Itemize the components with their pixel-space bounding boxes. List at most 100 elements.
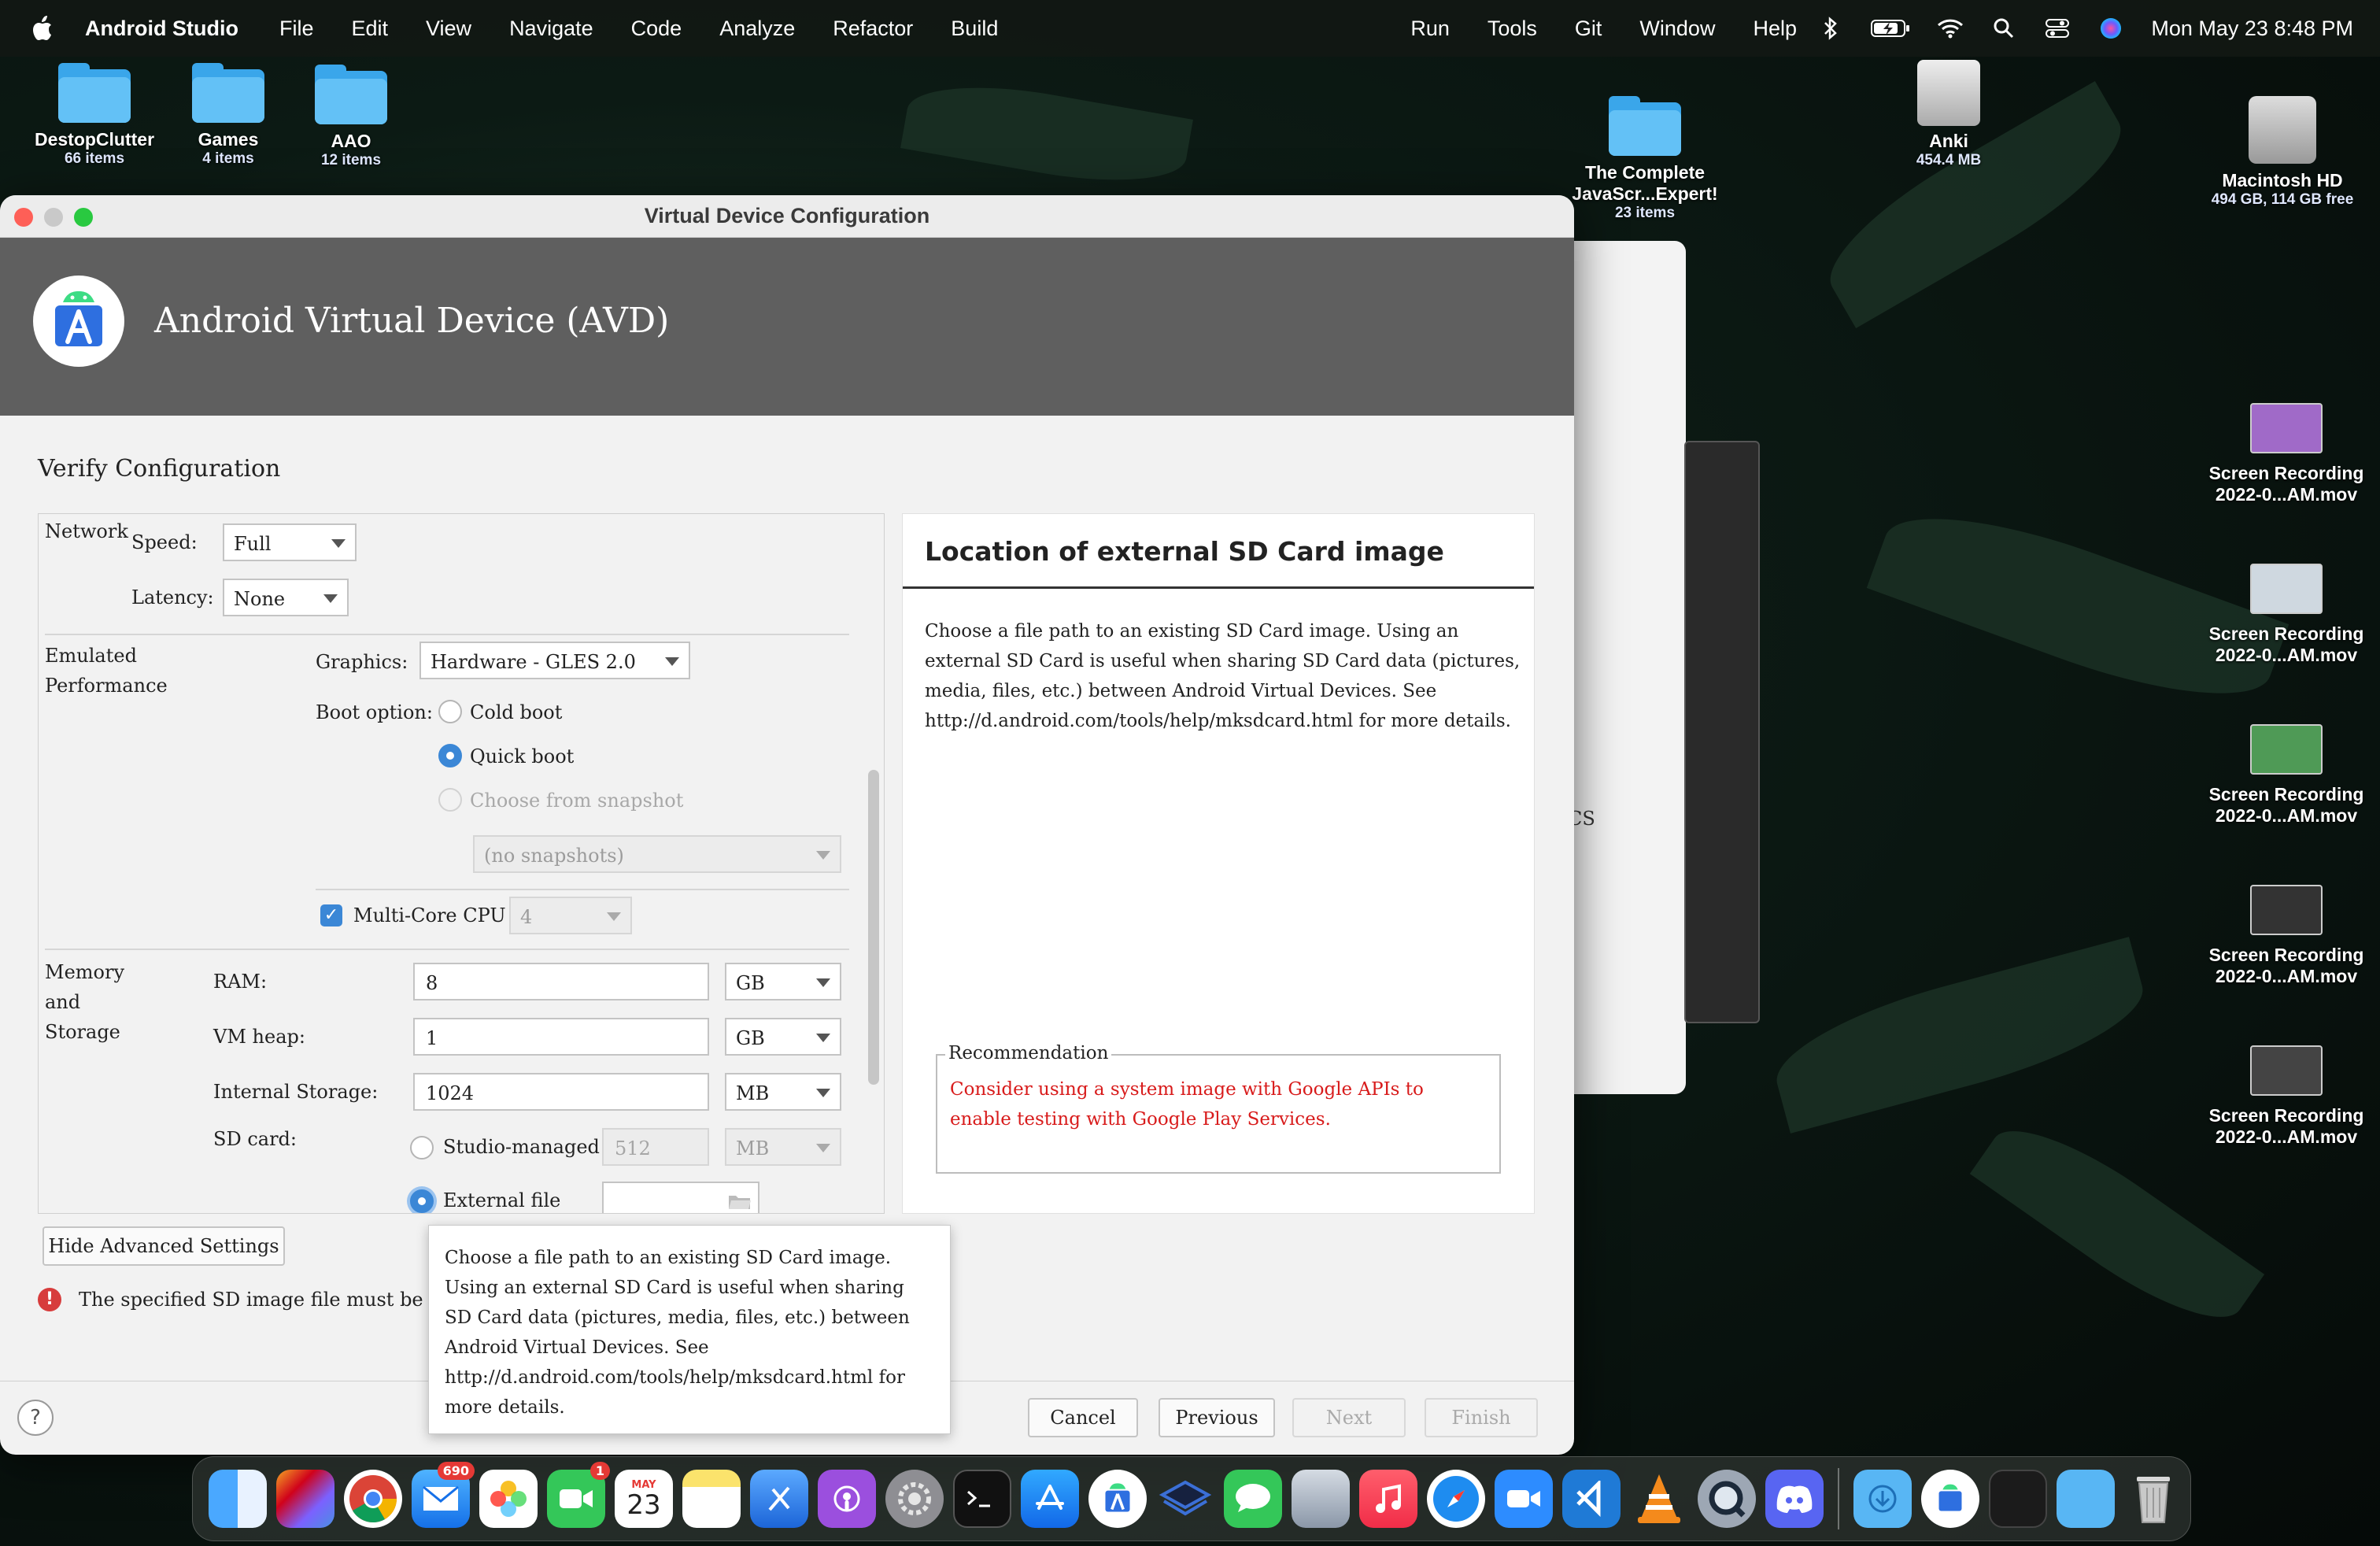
system-preferences-icon[interactable] xyxy=(885,1470,944,1528)
settings-scrollbar[interactable] xyxy=(868,770,879,1085)
quick-boot-radio[interactable] xyxy=(438,744,462,767)
launchpad-icon[interactable] xyxy=(276,1470,334,1528)
multicore-checkbox[interactable]: ✓ xyxy=(320,904,342,926)
finder-icon[interactable] xyxy=(209,1470,267,1528)
photos-icon[interactable] xyxy=(479,1470,538,1528)
mail-icon[interactable]: 690 xyxy=(412,1462,475,1528)
menu-view[interactable]: View xyxy=(426,17,471,41)
control-center-icon[interactable] xyxy=(2044,17,2071,40)
app-store-icon[interactable] xyxy=(1021,1470,1079,1528)
menu-navigate[interactable]: Navigate xyxy=(509,17,593,41)
settings-panel[interactable]: Network Speed: Full Latency: None Emulat… xyxy=(38,513,885,1214)
sd-studio-managed-label[interactable]: Studio-managed xyxy=(443,1136,600,1158)
snapshot-boot-label[interactable]: Choose from snapshot xyxy=(470,790,683,812)
menu-edit[interactable]: Edit xyxy=(351,17,388,41)
desktop-folder-aao[interactable]: AAO 12 items xyxy=(280,65,422,169)
android-studio-minimized-icon[interactable] xyxy=(1921,1470,1979,1528)
zoom-icon[interactable] xyxy=(1495,1470,1553,1528)
menu-git[interactable]: Git xyxy=(1575,17,1602,41)
internal-storage-unit-dropdown[interactable]: MB xyxy=(725,1073,841,1111)
android-studio-icon[interactable] xyxy=(1088,1470,1147,1528)
sd-studio-managed-radio[interactable] xyxy=(410,1136,434,1160)
terminal-icon[interactable] xyxy=(953,1470,1011,1528)
menubar-clock[interactable]: Mon May 23 8:48 PM xyxy=(2151,17,2353,41)
menu-tools[interactable]: Tools xyxy=(1488,17,1537,41)
sd-external-file-radio[interactable] xyxy=(410,1189,434,1213)
previous-button[interactable]: Previous xyxy=(1159,1398,1275,1437)
snapshot-dropdown[interactable]: (no snapshots) xyxy=(473,835,841,873)
menu-build[interactable]: Build xyxy=(951,17,998,41)
siri-icon[interactable] xyxy=(2097,17,2124,40)
hide-advanced-settings-button[interactable]: Hide Advanced Settings xyxy=(42,1226,285,1266)
notes-icon[interactable] xyxy=(682,1470,741,1528)
network-latency-dropdown[interactable]: None xyxy=(223,579,349,616)
desktop-file-screen-recording[interactable]: Screen Recording 2022-0...AM.mov xyxy=(2196,403,2377,505)
desktop-volume-macintosh-hd[interactable]: Macintosh HD 494 GB, 114 GB free xyxy=(2196,96,2369,209)
desktop-volume-anki[interactable]: Anki 454.4 MB xyxy=(1870,60,2027,169)
finish-button[interactable]: Finish xyxy=(1425,1398,1538,1437)
quick-boot-label[interactable]: Quick boot xyxy=(470,745,574,767)
facetime-icon[interactable]: 1 xyxy=(547,1462,610,1528)
messages-icon[interactable] xyxy=(1224,1470,1282,1528)
vm-heap-unit-dropdown[interactable]: GB xyxy=(725,1018,841,1056)
music-icon[interactable] xyxy=(1359,1470,1417,1528)
background-window-panel[interactable] xyxy=(1684,441,1760,1023)
vscode-icon[interactable] xyxy=(1562,1470,1621,1528)
spotlight-search-icon[interactable] xyxy=(1990,17,2017,40)
menu-file[interactable]: File xyxy=(279,17,314,41)
menu-run[interactable]: Run xyxy=(1410,17,1450,41)
menu-analyze[interactable]: Analyze xyxy=(719,17,795,41)
calendar-icon[interactable]: MAY 23 xyxy=(615,1470,673,1528)
internal-storage-input[interactable]: 1024 xyxy=(413,1073,709,1111)
quicktime-icon[interactable] xyxy=(1698,1470,1756,1528)
menu-window[interactable]: Window xyxy=(1639,17,1715,41)
multicore-label[interactable]: Multi-Core CPU xyxy=(353,904,506,926)
desktop-folder-javascript[interactable]: The Complete JavaScr...Expert! 23 items xyxy=(1566,96,1724,222)
vm-heap-input[interactable]: 1 xyxy=(413,1018,709,1056)
app-name-menu[interactable]: Android Studio xyxy=(85,17,238,41)
folder-stack-icon[interactable] xyxy=(2057,1470,2115,1528)
graphics-dropdown[interactable]: Hardware - GLES 2.0 xyxy=(419,642,690,679)
ram-input[interactable]: 8 xyxy=(413,963,709,1000)
discord-icon[interactable] xyxy=(1765,1470,1824,1528)
snapshot-boot-radio[interactable] xyxy=(438,788,462,812)
xcode-icon[interactable] xyxy=(750,1470,808,1528)
vlc-icon[interactable] xyxy=(1630,1470,1688,1528)
downloads-folder-icon[interactable] xyxy=(1853,1470,1912,1528)
desktop-file-screen-recording[interactable]: Screen Recording 2022-0...AM.mov xyxy=(2196,1045,2377,1148)
apple-menu-icon[interactable] xyxy=(30,13,57,44)
sd-external-file-label[interactable]: External file xyxy=(443,1189,560,1211)
sd-size-input[interactable]: 512 xyxy=(602,1128,709,1166)
podcasts-icon[interactable] xyxy=(818,1470,876,1528)
desktop-file-screen-recording[interactable]: Screen Recording 2022-0...AM.mov xyxy=(2196,724,2377,827)
folder-browse-icon[interactable] xyxy=(728,1193,752,1210)
desktop-file-screen-recording[interactable]: Screen Recording 2022-0...AM.mov xyxy=(2196,564,2377,666)
help-button[interactable]: ? xyxy=(17,1400,54,1436)
trash-icon[interactable] xyxy=(2124,1470,2182,1528)
chrome-icon[interactable] xyxy=(344,1470,402,1528)
ram-unit-dropdown[interactable]: GB xyxy=(725,963,841,1000)
desktop-folder-destopclutter[interactable]: DestopClutter 66 items xyxy=(24,63,165,168)
wifi-icon[interactable] xyxy=(1937,17,1964,40)
next-button[interactable]: Next xyxy=(1292,1398,1406,1437)
battery-icon[interactable] xyxy=(1871,17,1910,40)
menu-help[interactable]: Help xyxy=(1753,17,1797,41)
minimized-window-icon[interactable] xyxy=(1989,1470,2047,1528)
cold-boot-label[interactable]: Cold boot xyxy=(470,701,562,723)
desktop-folder-games[interactable]: Games 4 items xyxy=(157,63,299,168)
preview-icon[interactable] xyxy=(1292,1470,1350,1528)
sd-external-file-input[interactable] xyxy=(602,1182,759,1213)
window-titlebar[interactable]: Virtual Device Configuration xyxy=(0,195,1574,238)
cpu-cores-dropdown[interactable]: 4 xyxy=(509,897,632,934)
layers-app-icon[interactable] xyxy=(1156,1470,1214,1528)
cancel-button[interactable]: Cancel xyxy=(1028,1398,1138,1437)
cold-boot-radio[interactable] xyxy=(438,700,462,723)
menu-refactor[interactable]: Refactor xyxy=(833,17,913,41)
network-speed-dropdown[interactable]: Full xyxy=(223,523,357,561)
desktop-file-screen-recording[interactable]: Screen Recording 2022-0...AM.mov xyxy=(2196,885,2377,987)
background-window[interactable]: CS xyxy=(1566,241,1686,1094)
menu-code[interactable]: Code xyxy=(631,17,682,41)
sd-size-unit-dropdown[interactable]: MB xyxy=(725,1128,841,1166)
bluetooth-icon[interactable] xyxy=(1817,17,1844,40)
safari-icon[interactable] xyxy=(1427,1470,1485,1528)
